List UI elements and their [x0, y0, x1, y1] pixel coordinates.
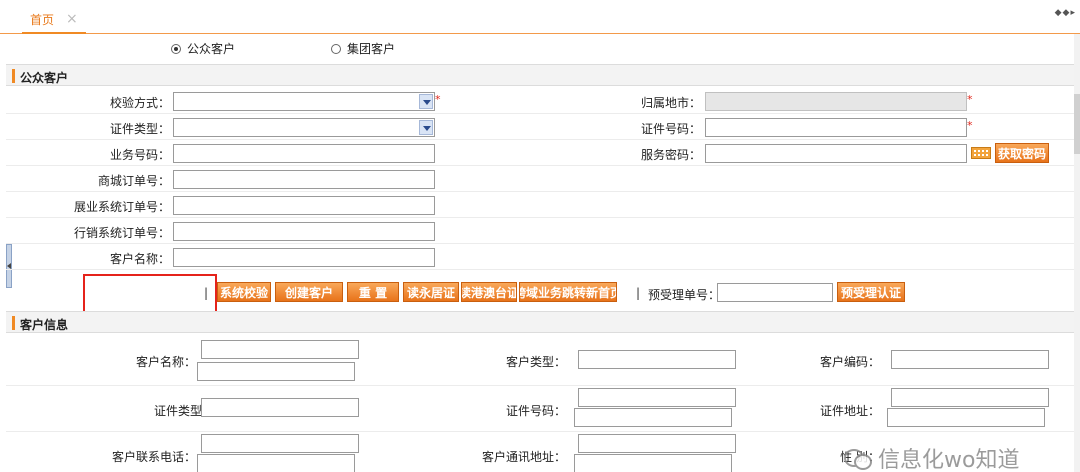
info-mail-address-input[interactable]	[578, 434, 736, 453]
scrollbar-thumb[interactable]	[1074, 94, 1080, 154]
form-row: 证件类型： 证件号码： *	[6, 115, 1074, 140]
customer-type-radio-group: 公众客户 集团客户	[6, 40, 1074, 62]
system-verify-button[interactable]: 系统校验	[217, 282, 271, 302]
info-mail-address-label: 客户通讯地址：	[481, 450, 566, 464]
info-customer-name-input-2[interactable]	[197, 362, 355, 381]
info-row: 证件类型： 证件号码： 证件地址：	[6, 386, 1074, 432]
customer-name-input[interactable]	[173, 248, 435, 267]
main-content: 公众客户 集团客户 公众客户 校验方式： * 归属地市： * 证件类型： 证件号…	[6, 34, 1074, 472]
id-number-input[interactable]	[705, 118, 967, 137]
section-customer-info: 客户信息	[6, 311, 1074, 333]
radio-unselected-icon[interactable]	[331, 43, 341, 54]
tab-home-label: 首页	[30, 12, 55, 27]
verify-method-select[interactable]	[173, 92, 435, 111]
cross-domain-button[interactable]: 跨域业务跳转新首页	[519, 282, 617, 302]
create-customer-button[interactable]: 创建客户	[275, 282, 343, 302]
chevron-down-icon[interactable]	[419, 120, 433, 135]
info-customer-name-input[interactable]	[201, 340, 359, 359]
info-mail-address-input-2[interactable]	[574, 454, 732, 472]
read-residence-button[interactable]: 读永居证	[403, 282, 459, 302]
id-type-select[interactable]	[173, 118, 435, 137]
watermark-text: 信息化wo知道	[878, 448, 1020, 472]
form-row: 业务号码： 服务密码： 获取密码	[6, 141, 1074, 166]
section-title: 客户信息	[20, 318, 69, 332]
info-id-number-label: 证件号码：	[505, 404, 566, 418]
info-customer-type-label: 客户类型：	[505, 355, 566, 369]
pre-accept-input[interactable]	[717, 283, 833, 302]
customer-name-label: 客户名称：	[109, 252, 170, 266]
section-public-customer: 公众客户	[6, 64, 1074, 86]
radio-group-label: 集团客户	[347, 42, 396, 56]
exhibition-order-input[interactable]	[173, 196, 435, 215]
pre-accept-auth-button[interactable]: 预受理认证	[837, 282, 905, 302]
info-id-address-input-2[interactable]	[887, 408, 1045, 427]
info-customer-type-input[interactable]	[578, 350, 736, 369]
section-accent-bar	[12, 316, 15, 330]
info-customer-code-input[interactable]	[891, 350, 1049, 369]
watermark: 信息化wo知道	[844, 442, 1019, 472]
info-id-number-input[interactable]	[578, 388, 736, 407]
tab-bar: 首页 × ◆◆▸	[0, 0, 1080, 34]
radio-public-customer[interactable]: 公众客户	[171, 40, 235, 57]
separator: |	[636, 286, 641, 300]
vertical-scrollbar[interactable]	[1074, 34, 1080, 472]
form-row: 校验方式： * 归属地市： *	[6, 89, 1074, 114]
tab-home[interactable]: 首页 ×	[22, 6, 86, 34]
get-password-button[interactable]: 获取密码	[995, 143, 1049, 163]
mall-order-label: 商城订单号：	[97, 174, 170, 188]
id-number-label: 证件号码：	[640, 122, 701, 136]
radio-public-label: 公众客户	[187, 42, 236, 56]
radio-group-customer[interactable]: 集团客户	[331, 40, 395, 57]
region-input	[705, 92, 967, 111]
close-icon[interactable]: ×	[66, 11, 78, 27]
form-row: 展业系统订单号：	[6, 193, 1074, 218]
service-password-label: 服务密码：	[640, 148, 701, 162]
info-customer-code-label: 客户编码：	[819, 355, 880, 369]
section-title: 公众客户	[20, 71, 69, 85]
verify-method-label: 校验方式：	[109, 96, 170, 110]
region-label: 归属地市：	[640, 96, 701, 110]
info-id-address-label: 证件地址：	[819, 404, 880, 418]
form-row: 行销系统订单号：	[6, 219, 1074, 244]
marketing-order-input[interactable]	[173, 222, 435, 241]
mall-order-input[interactable]	[173, 170, 435, 189]
required-mark: *	[435, 93, 441, 106]
service-password-input[interactable]	[705, 144, 967, 163]
id-type-label: 证件类型：	[109, 122, 170, 136]
info-id-address-input[interactable]	[891, 388, 1049, 407]
info-id-type-input[interactable]	[201, 398, 359, 417]
wechat-icon	[844, 447, 872, 470]
reset-button[interactable]: 重 置	[347, 282, 399, 302]
info-contact-phone-input-2[interactable]	[197, 454, 355, 472]
section-accent-bar	[12, 69, 15, 83]
required-mark: *	[967, 93, 973, 106]
radio-selected-icon[interactable]	[171, 43, 181, 54]
marketing-order-label: 行销系统订单号：	[73, 226, 170, 240]
read-hk-tw-button[interactable]: 读港澳台证	[461, 282, 517, 302]
keyboard-icon[interactable]	[971, 147, 991, 159]
tab-scroll-icon[interactable]: ◆◆▸	[1055, 8, 1076, 18]
info-customer-name-label: 客户名称：	[135, 355, 196, 369]
form-row: 客户名称：	[6, 245, 1074, 270]
info-row: 客户名称： 客户类型： 客户编码：	[6, 336, 1074, 386]
info-contact-phone-input[interactable]	[201, 434, 359, 453]
service-number-label: 业务号码：	[109, 148, 170, 162]
form-row: 商城订单号：	[6, 167, 1074, 192]
exhibition-order-label: 展业系统订单号：	[73, 200, 170, 214]
info-contact-phone-label: 客户联系电话：	[111, 450, 196, 464]
pre-accept-label: 预受理单号：	[648, 288, 721, 302]
service-number-input[interactable]	[173, 144, 435, 163]
required-mark: *	[967, 119, 973, 132]
info-id-number-input-2[interactable]	[574, 408, 732, 427]
chevron-down-icon[interactable]	[419, 94, 433, 109]
